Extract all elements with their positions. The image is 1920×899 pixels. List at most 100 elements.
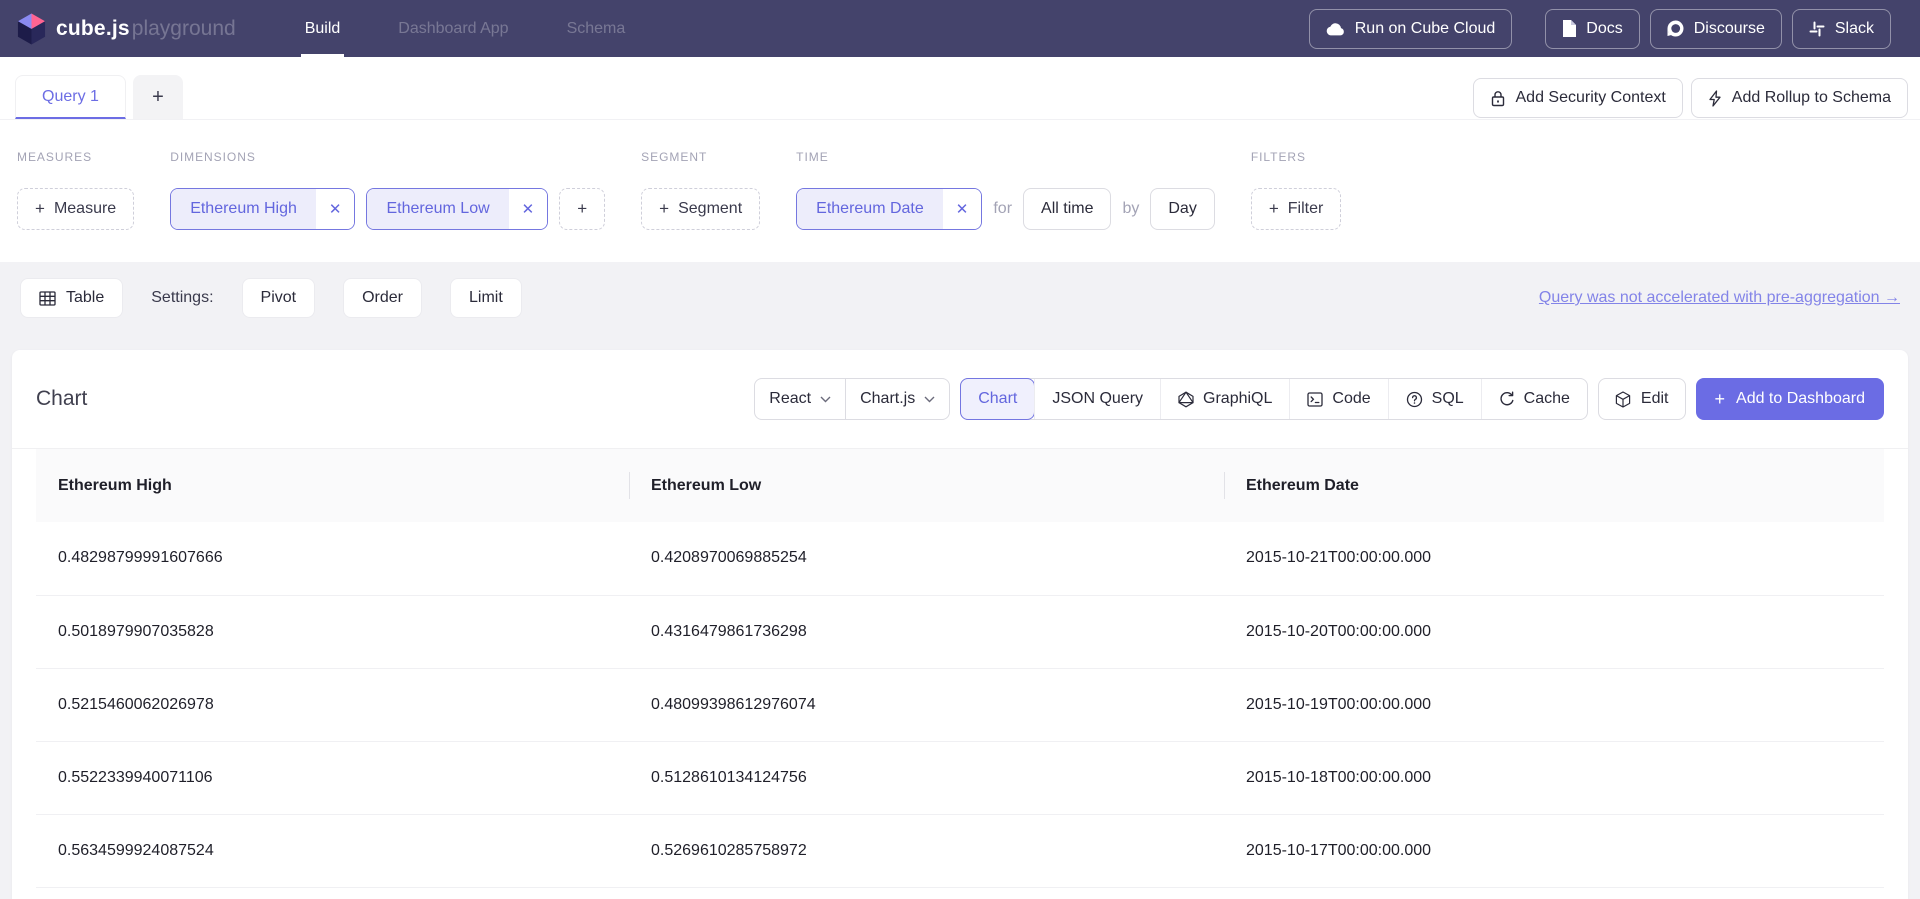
table-row: 0.5215460062026978 0.48099398612976074 2… [36,668,1884,741]
order-button[interactable]: Order [343,278,422,318]
edit-button[interactable]: Edit [1598,378,1686,420]
discourse-button[interactable]: Discourse [1650,9,1782,49]
framework-select[interactable]: React [755,379,845,419]
cell-ethereum-low: 0.48099398612976074 [629,668,1224,741]
settings-band: Table Settings: Pivot Order Limit Query … [0,262,1920,350]
plus-icon: + [659,199,669,219]
plus-icon: + [1269,199,1279,219]
table-row: 0.48298799991607666 0.4208970069885254 2… [36,522,1884,595]
library-select[interactable]: Chart.js [845,379,949,419]
add-security-context-button[interactable]: Add Security Context [1473,78,1683,118]
content-area: Chart React Chart.js Chart [0,350,1920,899]
dimension-chip-ethereum-low[interactable]: Ethereum Low ✕ [366,188,548,230]
slack-button[interactable]: Slack [1792,9,1891,49]
brand-suffix: playground [132,17,236,40]
date-range-button[interactable]: All time [1023,188,1111,230]
plus-icon: + [35,199,45,219]
plus-icon: + [1715,389,1726,410]
filters-section: FILTERS +Filter [1251,150,1342,262]
question-circle-icon [1406,391,1423,408]
table-row: 0.5522339940071106 0.5128610134124756 20… [36,741,1884,814]
document-icon [1562,20,1576,37]
result-table: Ethereum High Ethereum Low Ethereum Date… [12,449,1908,888]
tab-query-1[interactable]: Query 1 [15,75,126,119]
nav-tab-schema[interactable]: Schema [567,0,626,57]
cell-ethereum-date: 2015-10-19T00:00:00.000 [1224,668,1884,741]
segment-label: SEGMENT [641,150,760,165]
column-header-ethereum-high: Ethereum High [36,449,629,522]
column-header-ethereum-low: Ethereum Low [629,449,1224,522]
code-icon [1307,392,1323,407]
nav-tab-dashboard-app[interactable]: Dashboard App [398,0,508,57]
close-icon[interactable]: ✕ [943,189,982,229]
measures-label: MEASURES [17,150,134,165]
run-on-cube-cloud-button[interactable]: Run on Cube Cloud [1309,9,1513,49]
brand-name: cube.js [56,17,130,40]
chart-type-table-button[interactable]: Table [20,278,123,318]
dimensions-label: DIMENSIONS [170,150,605,165]
add-query-tab-button[interactable]: + [133,75,183,119]
graphql-icon [1178,391,1194,408]
cubejs-playground: cube.jsplayground Build Dashboard App Sc… [0,0,1920,899]
pivot-button[interactable]: Pivot [242,278,316,318]
dimension-chip-ethereum-high[interactable]: Ethereum High ✕ [170,188,355,230]
measures-section: MEASURES +Measure [17,150,134,262]
cloud-icon [1326,22,1345,36]
chevron-down-icon [820,396,831,403]
add-rollup-to-schema-button[interactable]: Add Rollup to Schema [1691,78,1908,118]
add-segment-button[interactable]: +Segment [641,188,760,230]
add-dimension-button[interactable]: + [559,188,605,230]
tab-graphiql[interactable]: GraphiQL [1160,379,1289,419]
filters-label: FILTERS [1251,150,1342,165]
query-tab-actions: Add Security Context Add Rollup to Schem… [1473,78,1909,118]
plus-icon: + [577,199,587,219]
close-icon[interactable]: ✕ [509,189,548,229]
dimensions-section: DIMENSIONS Ethereum High ✕ Ethereum Low … [170,150,605,262]
cube-edit-icon [1615,391,1631,408]
settings-buttons: Pivot Order Limit [242,278,522,318]
tab-chart[interactable]: Chart [960,378,1035,420]
brand[interactable]: cube.jsplayground [16,0,236,57]
time-section: TIME Ethereum Date ✕ for All time by Day [796,150,1215,262]
table-row: 0.5018979907035828 0.4316479861736298 20… [36,595,1884,668]
cell-ethereum-date: 2015-10-21T00:00:00.000 [1224,522,1884,595]
lock-icon [1490,90,1506,107]
settings-label: Settings: [151,289,213,307]
lightning-icon [1708,90,1722,107]
chart-toolbar: React Chart.js Chart JSON Query [754,378,1884,420]
tab-code[interactable]: Code [1289,379,1387,419]
chart-card-header: Chart React Chart.js Chart [12,350,1908,449]
add-measure-button[interactable]: +Measure [17,188,134,230]
cubejs-logo-icon [16,11,47,47]
add-to-dashboard-button[interactable]: + Add to Dashboard [1696,378,1885,420]
chart-view-switcher: Chart JSON Query GraphiQL Code SQL [960,378,1588,420]
add-filter-button[interactable]: +Filter [1251,188,1342,230]
preaggregation-link[interactable]: Query was not accelerated with pre-aggre… [1539,289,1900,307]
slack-icon [1809,21,1825,37]
table-grid-icon [39,291,56,306]
framework-library-selects: React Chart.js [754,378,950,420]
docs-button[interactable]: Docs [1545,9,1639,49]
tab-cache[interactable]: Cache [1481,379,1587,419]
tab-json-query[interactable]: JSON Query [1034,379,1160,419]
tab-sql[interactable]: SQL [1388,379,1481,419]
nav-tabs: Build Dashboard App Schema [305,0,626,57]
table-header-row: Ethereum High Ethereum Low Ethereum Date [36,449,1884,522]
close-icon[interactable]: ✕ [316,189,355,229]
cell-ethereum-high: 0.5634599924087524 [36,814,629,887]
granularity-button[interactable]: Day [1150,188,1214,230]
cell-ethereum-date: 2015-10-18T00:00:00.000 [1224,741,1884,814]
limit-button[interactable]: Limit [450,278,522,318]
cell-ethereum-date: 2015-10-20T00:00:00.000 [1224,595,1884,668]
column-header-ethereum-date: Ethereum Date [1224,449,1884,522]
nav-tab-build[interactable]: Build [305,0,341,57]
cell-ethereum-high: 0.5522339940071106 [36,741,629,814]
time-chip-ethereum-date[interactable]: Ethereum Date ✕ [796,188,982,230]
time-label: TIME [796,150,1215,165]
for-text: for [993,200,1012,218]
chart-card: Chart React Chart.js Chart [12,350,1908,899]
cell-ethereum-high: 0.5018979907035828 [36,595,629,668]
chevron-down-icon [924,396,935,403]
nav-actions: Run on Cube Cloud Docs Discourse Slack [1309,0,1891,57]
cell-ethereum-low: 0.5128610134124756 [629,741,1224,814]
